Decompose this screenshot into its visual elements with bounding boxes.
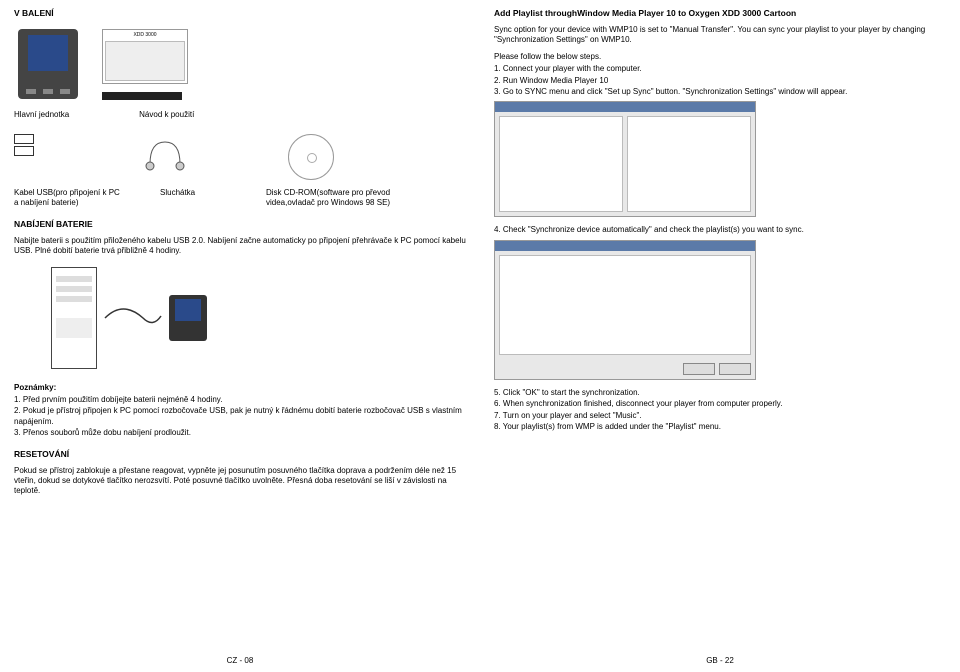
step-item: 7. Turn on your player and select "Music… (494, 411, 946, 421)
disc-icon (288, 134, 334, 180)
device-illustration (18, 29, 78, 99)
pc-tower-icon (51, 267, 97, 369)
note-item: 2. Pokud je přístroj připojen k PC pomoc… (14, 406, 466, 427)
product-images-row: XDD 3000 (14, 25, 466, 104)
usb-cable-icon (14, 134, 104, 156)
right-title: Add Playlist throughWindow Media Player … (494, 8, 946, 19)
note-item: 3. Přenos souborů může dobu nabíjení pro… (14, 428, 466, 438)
right-page: Add Playlist throughWindow Media Player … (480, 0, 960, 672)
cdrom-caption: Disk CD-ROM(software pro převod videa,ov… (266, 188, 396, 209)
step-4: 4. Check "Synchronize device automatical… (494, 225, 946, 235)
note-item: 1. Před prvním použitím dobíjejte bateri… (14, 395, 466, 405)
left-page: V BALENÍ XDD 3000 Hlavní jednotka Návod … (0, 0, 480, 672)
notes-list: 1. Před prvním použitím dobíjejte bateri… (14, 395, 466, 439)
usb-cable-item (14, 134, 104, 180)
right-page-number: GB - 22 (480, 656, 960, 666)
step-item: 8. Your playlist(s) from WMP is added un… (494, 422, 946, 432)
follow-steps-label: Please follow the below steps. (494, 52, 946, 62)
step-item: 3. Go to SYNC menu and click "Set up Syn… (494, 87, 946, 97)
charging-heading: NABÍJENÍ BATERIE (14, 219, 466, 230)
main-unit-figure (14, 25, 82, 103)
usb-cable-caption: Kabel USB(pro připojení k PC a nabíjení … (14, 188, 124, 209)
reset-heading: RESETOVÁNÍ (14, 449, 466, 460)
right-intro: Sync option for your device with WMP10 i… (494, 25, 946, 46)
wmp-screenshot-sync (494, 101, 756, 217)
charging-illustration (14, 263, 244, 373)
manual-illustration: XDD 3000 (102, 29, 188, 84)
steps-list-a: 1. Connect your player with the computer… (494, 64, 946, 97)
manual-model-label: XDD 3000 (105, 32, 185, 39)
earphones-item (140, 134, 230, 180)
earphones-caption: Sluchátka (160, 188, 230, 209)
step-item: 6. When synchronization finished, discon… (494, 399, 946, 409)
charging-paragraph: Nabijte baterii s použitím přiloženého k… (14, 236, 466, 257)
cdrom-item (266, 134, 356, 180)
manual-caption: Návod k použití (139, 110, 194, 120)
reset-paragraph: Pokud se přístroj zablokuje a přestane r… (14, 466, 466, 497)
step-item: 2. Run Window Media Player 10 (494, 76, 946, 86)
remote-illustration (102, 92, 182, 100)
notes-heading: Poznámky: (14, 383, 466, 393)
steps-list-b: 5. Click "OK" to start the synchronizati… (494, 388, 946, 433)
manual-figure: XDD 3000 (98, 25, 192, 104)
player-small-icon (169, 295, 207, 341)
earphones-icon (140, 134, 230, 177)
usb-cable-line-icon (103, 298, 163, 338)
accessories-row (14, 134, 466, 180)
left-page-number: CZ - 08 (0, 656, 480, 666)
main-unit-caption: Hlavní jednotka (14, 110, 69, 120)
wmp-screenshot-settings (494, 240, 756, 380)
left-title: V BALENÍ (14, 8, 466, 19)
step-item: 5. Click "OK" to start the synchronizati… (494, 388, 946, 398)
step-item: 1. Connect your player with the computer… (494, 64, 946, 74)
